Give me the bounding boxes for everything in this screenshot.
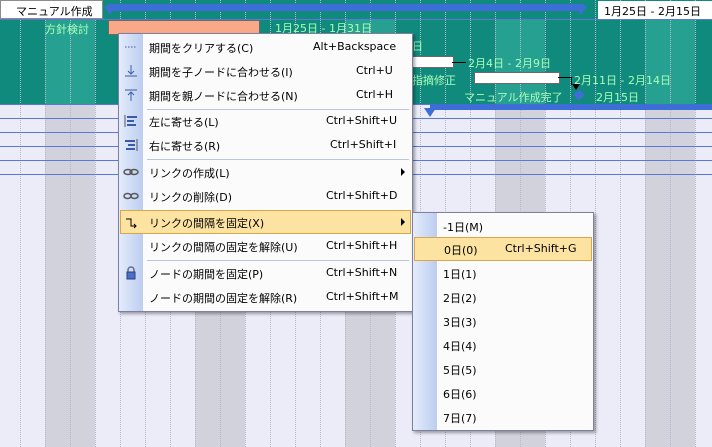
fit-child-icon	[125, 65, 137, 77]
task-name-cell[interactable]: マニュアル作成	[0, 0, 103, 19]
align-right-icon	[125, 139, 138, 151]
lower-summary-start-marker-icon	[424, 108, 436, 117]
day-gridline	[45, 0, 46, 447]
menu-item-fit-parent[interactable]: 期間を親ノードに合わせる(N) Ctrl+H	[119, 83, 412, 107]
context-menu: 期間をクリアする(C) Alt+Backspace 期間を子ノードに合わせる(I…	[118, 33, 413, 312]
menu-item-align-left[interactable]: 左に寄せる(L) Ctrl+Shift+U	[119, 109, 412, 133]
menu-item-label: リンクの削除(D)	[149, 191, 233, 204]
menu-item-label: 5日(5)	[443, 364, 477, 377]
day-gridline	[20, 0, 21, 447]
menu-item-label: 6日(6)	[443, 388, 477, 401]
submenu-item-2[interactable]: 2日(2)	[413, 285, 593, 309]
summary-start-marker-icon	[104, 6, 116, 15]
menu-item-label: 7日(7)	[443, 412, 477, 425]
day-gridline	[620, 0, 621, 447]
task-label-manual: マニュアル作成	[16, 5, 93, 18]
menu-item-create-link[interactable]: リンクの作成(L)	[119, 160, 412, 184]
menu-item-label: 1日(1)	[443, 268, 477, 281]
menu-item-label: ノードの期間の固定を解除(R)	[149, 292, 298, 305]
fix-link-interval-icon	[126, 218, 137, 229]
menu-item-unfix-node-period[interactable]: ノードの期間の固定を解除(R) Ctrl+Shift+M	[119, 285, 412, 309]
menu-item-shortcut: Ctrl+Shift+M	[326, 290, 399, 303]
menu-item-label: 2日(2)	[443, 292, 477, 305]
submenu-item-3[interactable]: 3日(3)	[413, 309, 593, 333]
menu-item-label: 期間を子ノードに合わせる(I)	[149, 66, 293, 79]
task-bar-row2[interactable]	[412, 56, 454, 68]
menu-item-shortcut: Ctrl+Shift+U	[326, 114, 398, 127]
menu-item-clear-period[interactable]: 期間をクリアする(C) Alt+Backspace	[119, 35, 412, 59]
submenu-item-0[interactable]: 0日(0) Ctrl+Shift+G	[414, 237, 592, 261]
submenu-item-minus1[interactable]: -1日(M)	[413, 214, 593, 238]
summary-end-marker-icon	[575, 6, 587, 15]
task-bar-fix[interactable]	[474, 72, 560, 84]
align-left-icon	[124, 115, 137, 127]
lower-summary-bar[interactable]	[430, 104, 712, 110]
fit-parent-icon	[125, 89, 137, 101]
menu-item-label: リンクの間隔を固定(X)	[149, 217, 265, 230]
menu-item-fix-link-interval[interactable]: リンクの間隔を固定(X)	[120, 210, 411, 234]
submenu-item-5[interactable]: 5日(5)	[413, 357, 593, 381]
day-gridline	[670, 0, 671, 447]
menu-item-align-right[interactable]: 右に寄せる(R) Ctrl+Shift+I	[119, 133, 412, 157]
summary-range-box: 1月25日 - 2月15日	[598, 1, 712, 19]
fragment-label: 日	[412, 40, 423, 53]
menu-item-label: 右に寄せる(R)	[149, 140, 221, 153]
menu-item-fit-child[interactable]: 期間を子ノードに合わせる(I) Ctrl+U	[119, 59, 412, 83]
menu-item-shortcut: Ctrl+Shift+N	[326, 266, 398, 279]
menu-item-delete-link[interactable]: リンクの削除(D) Ctrl+Shift+D	[119, 184, 412, 208]
task-label-complete: マニュアル作成完了	[464, 91, 563, 104]
task-range-fix: 2月11日 - 2月14日	[574, 74, 671, 87]
summary-range-label: 1月25日 - 2月15日	[604, 5, 701, 18]
task-range-complete: 2月15日	[596, 91, 639, 104]
menu-item-label: 左に寄せる(L)	[149, 116, 219, 129]
delete-link-icon	[123, 192, 139, 200]
menu-item-unfix-link-interval[interactable]: リンクの間隔の固定を解除(U) Ctrl+Shift+H	[119, 234, 412, 258]
menu-item-label: 期間をクリアする(C)	[149, 42, 254, 55]
menu-item-label: リンクの作成(L)	[149, 167, 230, 180]
create-link-icon	[123, 168, 139, 176]
submenu-item-4[interactable]: 4日(4)	[413, 333, 593, 357]
day-gridline	[645, 0, 646, 447]
menu-item-shortcut: Ctrl+Shift+H	[326, 239, 398, 252]
day-gridline	[95, 0, 96, 447]
menu-item-shortcut: Ctrl+H	[356, 88, 394, 101]
menu-item-label: 3日(3)	[443, 316, 477, 329]
menu-item-label: リンクの間隔の固定を解除(U)	[149, 241, 298, 254]
menu-item-fix-node-period[interactable]: ノードの期間を固定(P) Ctrl+Shift+N	[119, 261, 412, 285]
clear-period-icon	[125, 46, 137, 48]
day-gridline	[70, 0, 71, 447]
submenu-item-1[interactable]: 1日(1)	[413, 261, 593, 285]
menu-item-shortcut: Ctrl+Shift+I	[330, 138, 397, 151]
submenu-item-6[interactable]: 6日(6)	[413, 381, 593, 405]
task-range-row2: 2月4日 - 2月9日	[468, 57, 551, 70]
submenu-arrow-icon	[401, 218, 405, 226]
day-gridline	[595, 0, 596, 447]
task-label-policy: 方針検討	[45, 23, 89, 36]
menu-item-shortcut: Ctrl+Shift+G	[505, 242, 577, 255]
day-gridline	[695, 0, 696, 447]
menu-item-label: -1日(M)	[443, 221, 484, 234]
task-label-fix: 指摘修正	[412, 74, 456, 87]
submenu-link-interval: -1日(M) 0日(0) Ctrl+Shift+G 1日(1) 2日(2) 3日…	[412, 212, 594, 431]
menu-item-shortcut: Ctrl+Shift+D	[326, 189, 398, 202]
menu-item-label: ノードの期間を固定(P)	[149, 268, 264, 281]
summary-bar[interactable]	[108, 4, 584, 11]
menu-item-label: 4日(4)	[443, 340, 477, 353]
submenu-arrow-icon	[401, 168, 405, 176]
menu-item-shortcut: Ctrl+U	[356, 64, 393, 77]
lock-icon	[126, 266, 136, 280]
submenu-item-7[interactable]: 7日(7)	[413, 405, 593, 429]
menu-item-label: 0日(0)	[444, 244, 478, 257]
link-line	[452, 62, 466, 63]
link-line	[558, 77, 572, 78]
menu-item-shortcut: Alt+Backspace	[313, 40, 397, 53]
menu-item-label: 期間を親ノードに合わせる(N)	[149, 90, 298, 103]
